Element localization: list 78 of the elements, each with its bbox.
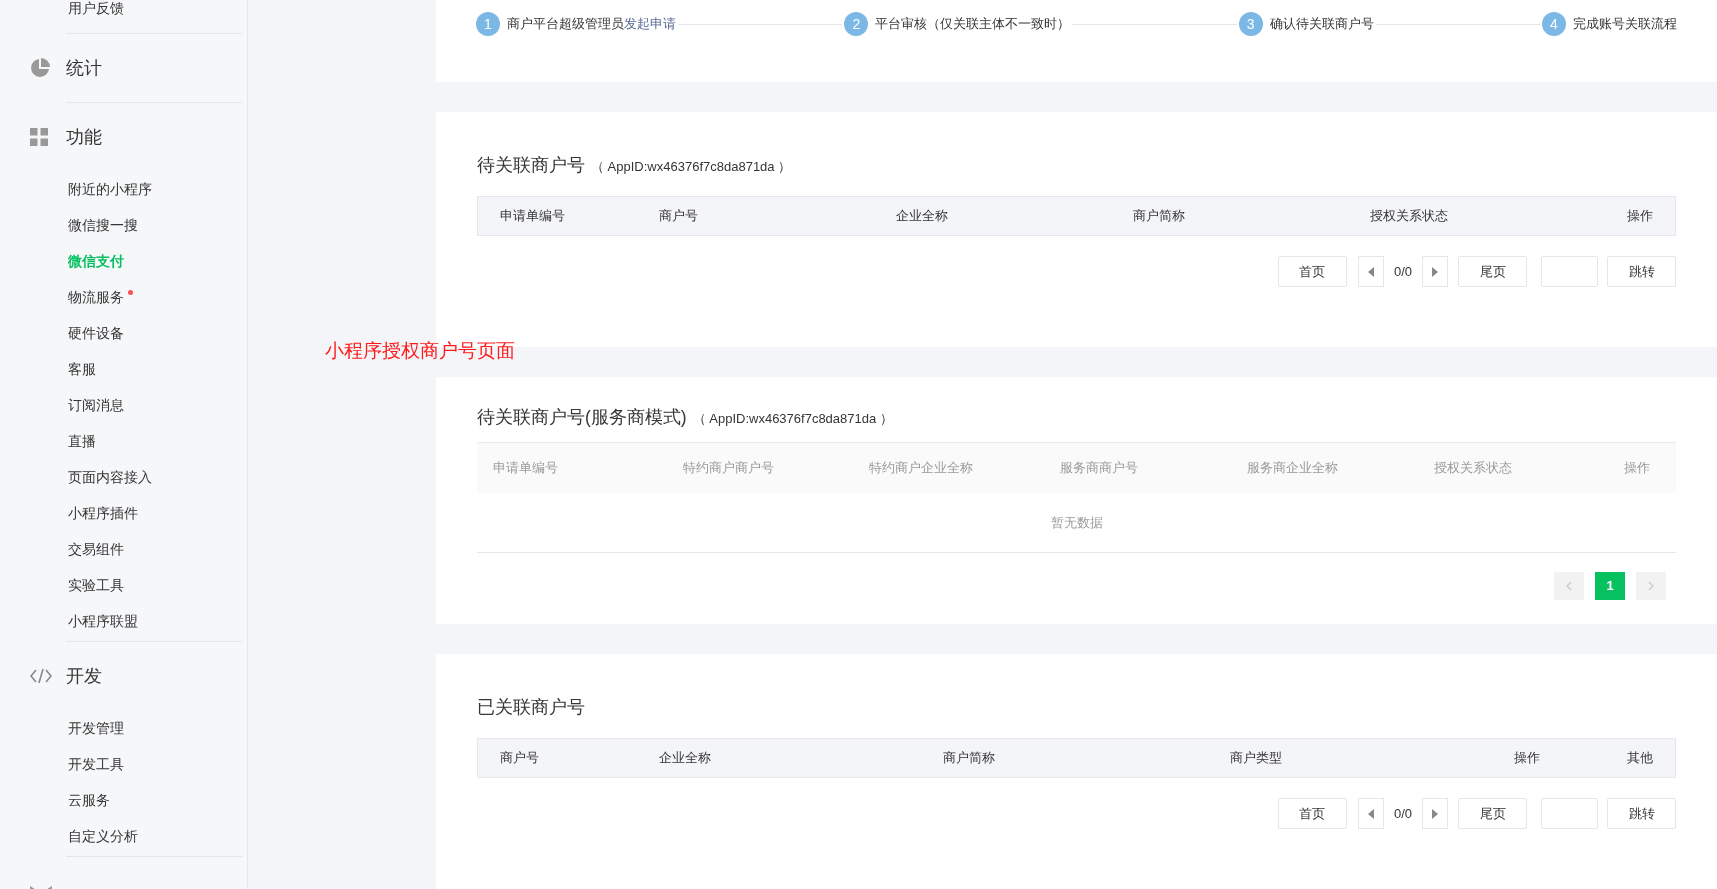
page-number-input[interactable] (1541, 256, 1598, 287)
step-number: 1 (476, 12, 500, 36)
column-header: 服务商企业全称 (1247, 459, 1339, 478)
section-title: 待关联商户号(服务商模式) (477, 406, 687, 429)
column-header: 授权关系状态 (1370, 207, 1449, 226)
nav-item[interactable]: 实验工具 (68, 574, 124, 596)
nav-item[interactable]: 客服 (68, 358, 96, 380)
last-page-button[interactable]: 尾页 (1458, 256, 1527, 287)
nav-section-title[interactable]: 统计 (66, 54, 102, 82)
last-page-button[interactable]: 尾页 (1458, 798, 1527, 829)
chevron-right-icon (1648, 581, 1654, 591)
column-header: 操作 (1514, 749, 1541, 768)
column-header: 企业全称 (659, 749, 712, 768)
first-page-button[interactable]: 首页 (1277, 256, 1347, 287)
page-indicator: 0/0 (1393, 262, 1412, 281)
first-page-button[interactable]: 首页 (1277, 798, 1347, 829)
left-triangle-icon (1367, 808, 1374, 819)
column-header: 操作 (1624, 459, 1650, 478)
column-header: 申请单编号 (500, 207, 566, 226)
nav-item[interactable]: 云服务 (68, 789, 110, 811)
page-number-input[interactable] (1541, 798, 1598, 829)
nav-item[interactable]: 自定义分析 (68, 825, 138, 847)
app-id: （ AppID:wx46376f7c8da871da ） (591, 158, 792, 176)
right-triangle-icon (1432, 266, 1438, 277)
section-title: 已关联商户号 (477, 696, 585, 719)
empty-message: 暂无数据 (1050, 513, 1103, 532)
nav-item[interactable]: 订阅消息 (68, 394, 124, 416)
pie-chart-icon (30, 58, 50, 78)
step-label: 完成账号关联流程 (1573, 15, 1677, 34)
next-page-button[interactable] (1422, 798, 1448, 829)
step-number: 3 (1238, 12, 1263, 36)
app-id: （ AppID:wx46376f7c8da871da ） (692, 410, 893, 428)
nav-item[interactable]: 物流服务 (68, 286, 124, 308)
previous-page-button[interactable] (1357, 256, 1384, 287)
column-header: 商户号 (659, 207, 699, 226)
page-indicator: 0/0 (1393, 804, 1412, 823)
nav-item[interactable]: 附近的小程序 (68, 178, 152, 200)
column-header: 商户简称 (943, 749, 996, 768)
nav-item[interactable]: 小程序插件 (68, 502, 138, 524)
nav-item[interactable]: 微信搜一搜 (68, 214, 138, 236)
left-triangle-icon (1367, 266, 1374, 277)
next-page-button[interactable] (1422, 256, 1448, 287)
nav-section-title[interactable]: 功能 (66, 123, 102, 151)
column-header: 商户简称 (1133, 207, 1186, 226)
column-header: 其他 (1627, 749, 1653, 768)
column-header: 特约商户企业全称 (869, 459, 974, 478)
nav-item[interactable]: 开发工具 (68, 753, 124, 775)
jump-button[interactable]: 跳转 (1607, 798, 1676, 829)
right-triangle-icon (1432, 808, 1438, 819)
column-header: 授权关系状态 (1434, 459, 1513, 478)
column-header: 操作 (1627, 207, 1653, 226)
column-header: 商户类型 (1230, 749, 1283, 768)
apply-link[interactable]: 发起申请 (624, 14, 676, 34)
step-label: 确认待关联商户号 (1269, 15, 1374, 34)
column-header: 申请单编号 (493, 459, 559, 478)
jump-button[interactable]: 跳转 (1607, 256, 1676, 287)
step-number: 2 (844, 12, 869, 36)
nav-item[interactable]: 页面内容接入 (68, 466, 152, 488)
nav-section-title[interactable]: 开发 (66, 662, 102, 690)
previous-page-button[interactable] (1357, 798, 1384, 829)
nav-item[interactable]: 硬件设备 (68, 322, 124, 344)
step-number: 4 (1542, 12, 1566, 36)
column-header: 特约商户商户号 (683, 459, 775, 478)
nav-item[interactable]: 用户反馈 (68, 0, 124, 19)
nav-item[interactable]: 直播 (68, 430, 96, 452)
section-title: 待关联商户号 (477, 154, 585, 177)
nav-item[interactable]: 小程序联盟 (68, 610, 138, 632)
column-header: 企业全称 (896, 207, 949, 226)
code-icon (30, 668, 52, 684)
chevron-left-icon (1566, 581, 1572, 591)
nav-item[interactable]: 开发管理 (68, 717, 124, 739)
grid-icon (30, 128, 48, 146)
step-label: 平台审核（仅关联主体不一致时） (875, 15, 1071, 34)
column-header: 服务商商户号 (1060, 459, 1139, 478)
step-label: 商户平台超级管理员 (507, 15, 624, 34)
column-header: 商户号 (500, 749, 540, 768)
nav-item[interactable]: 交易组件 (68, 538, 124, 560)
annotation-text: 小程序授权商户号页面 (325, 339, 515, 363)
